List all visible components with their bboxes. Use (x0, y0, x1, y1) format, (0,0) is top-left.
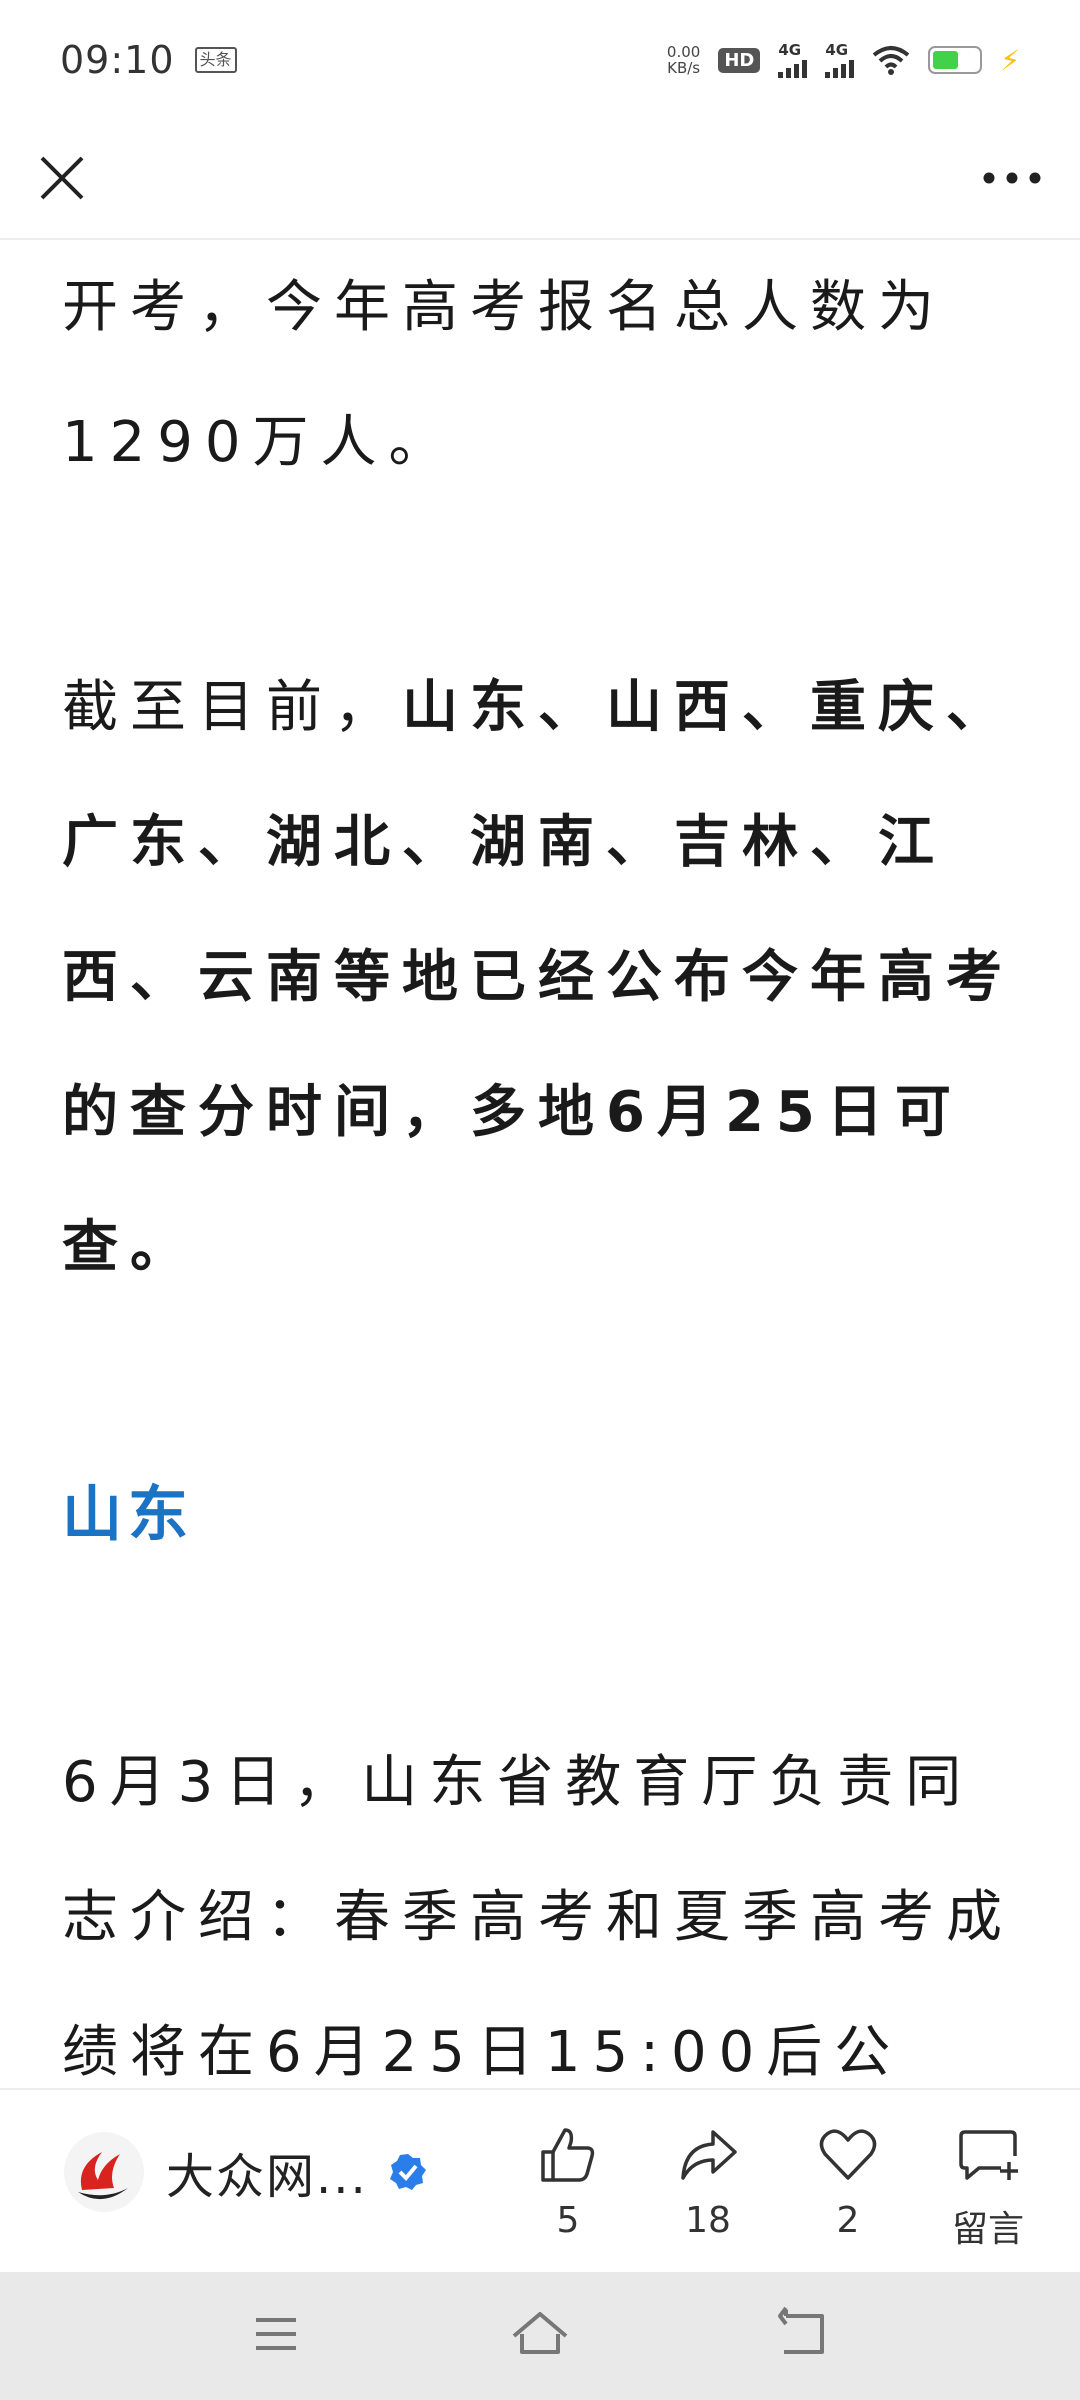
menu-button[interactable] (244, 2302, 308, 2370)
article-body: 开考，今年高考报名总人数为 1290万人。 截至目前，山东、山西、重庆、广东、湖… (62, 240, 1018, 2088)
home-icon (512, 2312, 568, 2354)
like-count: 5 (556, 2200, 580, 2241)
close-icon (40, 156, 84, 200)
paragraph-2-highlight: 山东、山西、重庆、广东、湖北、湖南、吉林、江西、云南等地已经公布今年高考的查分时… (62, 675, 1014, 1280)
section-heading: 山东 (62, 1480, 194, 1550)
favorite-button[interactable]: 2 (808, 2124, 888, 2252)
paragraph-2-lead: 截至目前， (62, 675, 402, 740)
action-buttons: 5 18 2 留言 (528, 2124, 1028, 2252)
status-left: 09:10 头条 (60, 38, 237, 82)
paragraph-2: 截至目前，山东、山西、重庆、广东、湖北、湖南、吉林、江西、云南等地已经公布今年高… (62, 640, 1018, 1315)
wifi-icon (873, 46, 910, 75)
back-button[interactable] (772, 2302, 836, 2370)
paragraph-3: 6月3日，山东省教育厅负责同志介绍：春季高考和夏季高考成绩将在6月25日15:0… (62, 1750, 1014, 2085)
more-button[interactable] (972, 148, 1052, 208)
paragraph-1: 开考，今年高考报名总人数为 1290万人。 (62, 240, 1018, 510)
notification-badge: 头条 (194, 47, 237, 73)
network-speed-value: 0.00 (666, 43, 701, 61)
verified-icon (389, 2154, 426, 2190)
favorite-count: 2 (836, 2200, 860, 2241)
signal-bars (825, 58, 855, 78)
menu-icon (256, 2318, 296, 2350)
charging-icon: ⚡ (1000, 43, 1020, 77)
status-bar: 09:10 头条 0.00 KB/s HD 4G 4G ⚡ (0, 0, 1080, 120)
share-icon (681, 2130, 737, 2180)
paragraph-1-line-2: 1290万人。 (62, 410, 457, 475)
publisher-info[interactable]: 大众网... (62, 2130, 428, 2214)
like-button[interactable]: 5 (528, 2124, 608, 2252)
clock: 09:10 (60, 38, 175, 82)
battery-level (933, 51, 958, 69)
back-icon (778, 2306, 824, 2354)
footer-action-bar: 大众网... 5 18 2 留言 (0, 2088, 1080, 2272)
status-right: 0.00 KB/s HD 4G 4G ⚡ (667, 40, 1020, 78)
heart-icon (819, 2129, 877, 2180)
thumbs-up-icon (541, 2128, 595, 2182)
network-speed: 0.00 KB/s (667, 44, 700, 76)
close-button[interactable] (32, 148, 92, 208)
share-count: 18 (685, 2200, 731, 2241)
share-button[interactable]: 18 (668, 2124, 748, 2252)
network-speed-unit: KB/s (667, 59, 701, 77)
sim2-label: 4G (825, 40, 849, 59)
comment-icon (959, 2130, 1018, 2180)
signal-bars (778, 58, 808, 78)
battery-icon (928, 46, 983, 74)
top-nav (0, 120, 1080, 240)
signal-icon-sim1: 4G (778, 40, 808, 78)
hd-icon: HD (718, 47, 761, 73)
comment-button[interactable]: 留言 (948, 2124, 1028, 2252)
publisher-logo (64, 2132, 144, 2212)
publisher-name: 大众网... (166, 2149, 368, 2205)
system-nav-bar (0, 2272, 1080, 2400)
sim1-label: 4G (778, 40, 802, 59)
home-button[interactable] (508, 2302, 572, 2370)
comment-label: 留言 (951, 2209, 1024, 2250)
paragraph-1-line-1: 开考，今年高考报名总人数为 (62, 275, 946, 340)
more-icon (983, 172, 1041, 184)
signal-icon-sim2: 4G (825, 40, 855, 78)
